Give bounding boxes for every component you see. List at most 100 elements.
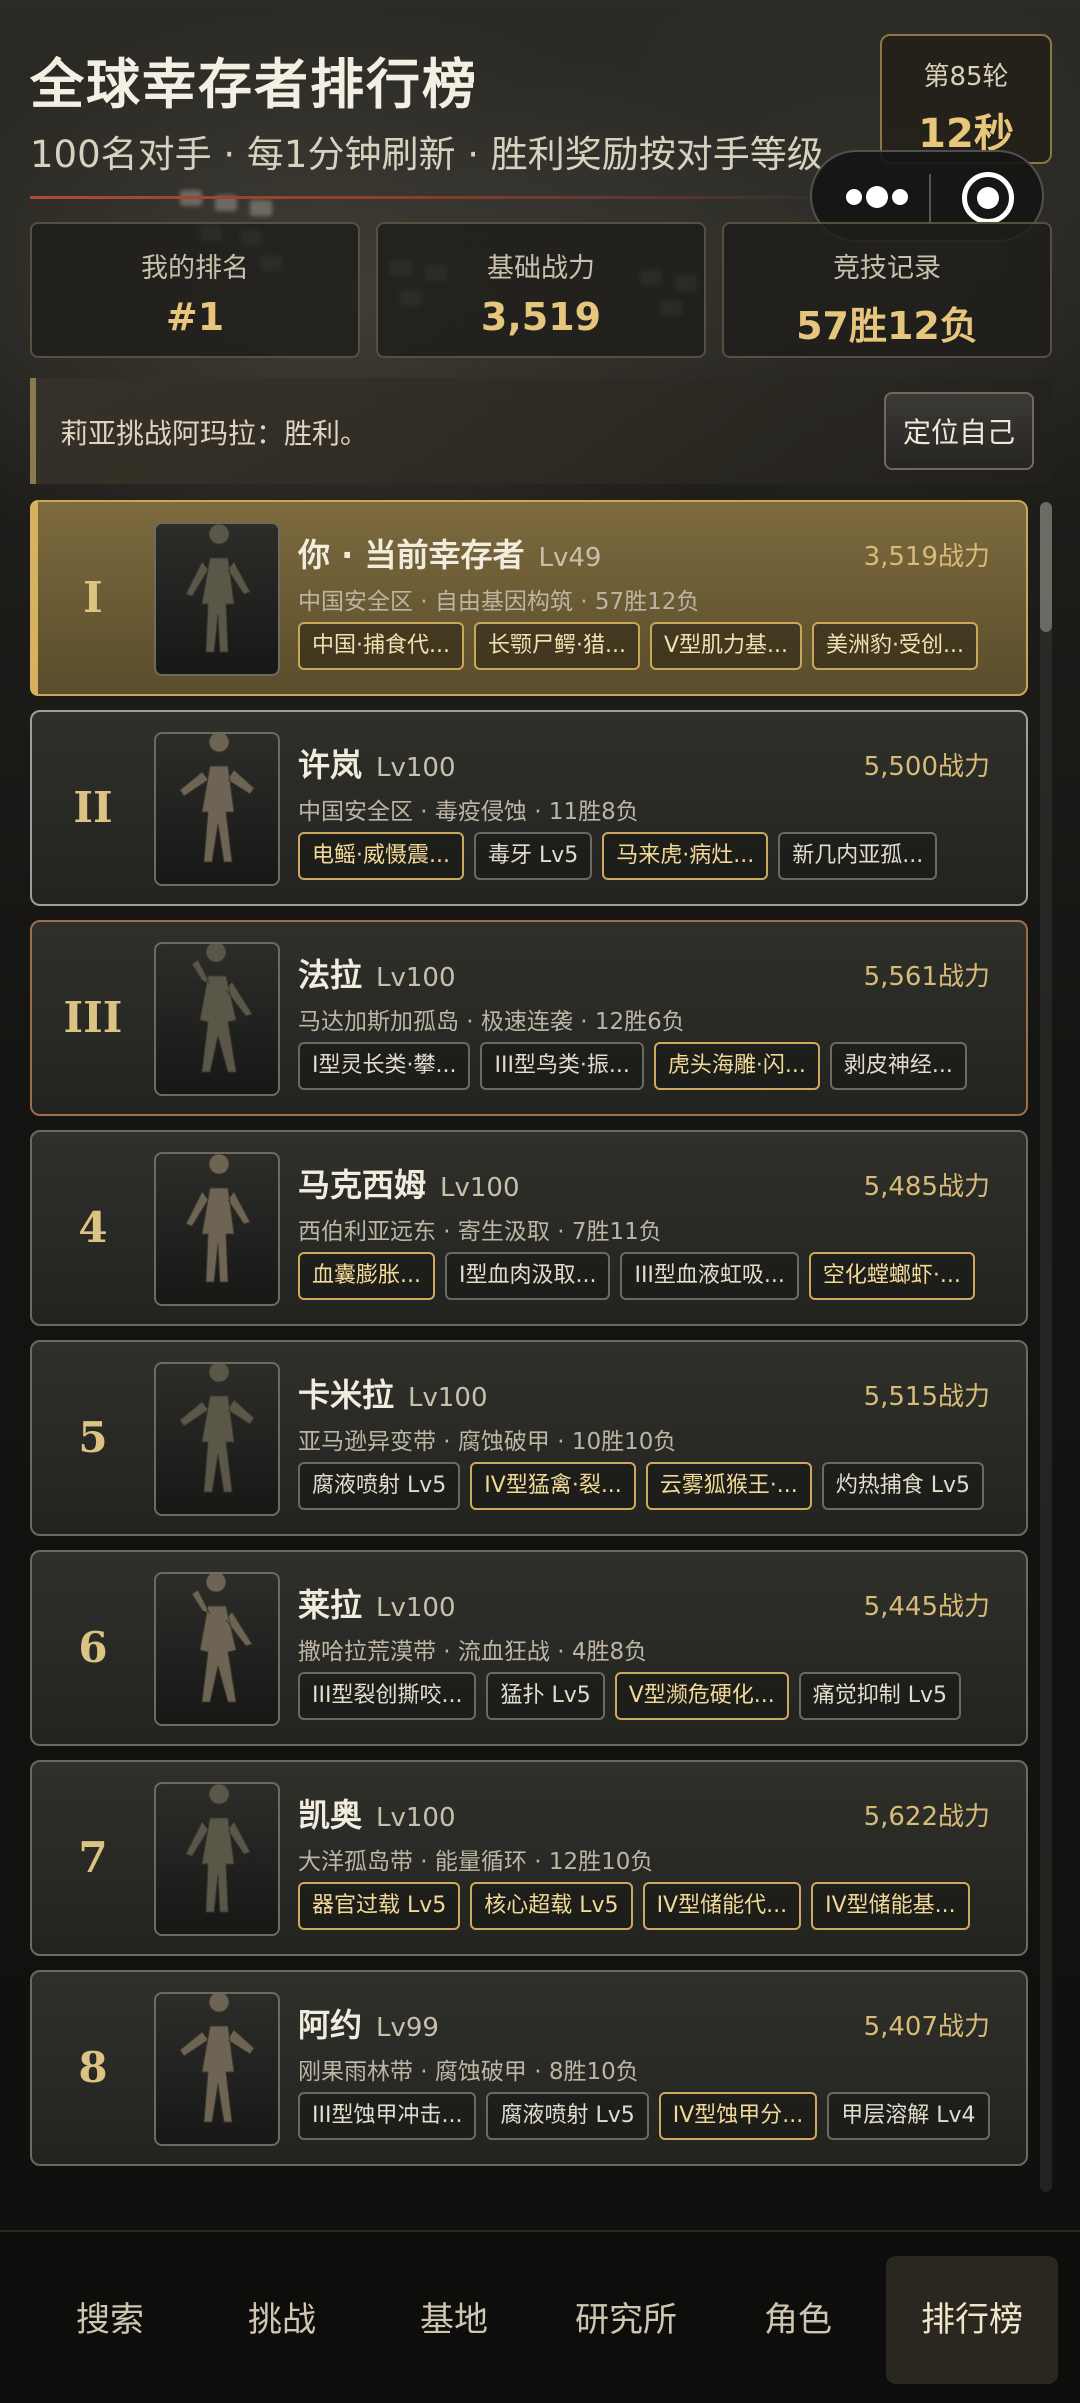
leaderboard-row[interactable]: 5 卡米拉 Lv100 5,515战力 亚马逊异变带 · 腐蚀破甲 · 10胜10负 腐液… <box>30 1340 1028 1536</box>
nav-tab[interactable]: 搜索 <box>24 2256 196 2384</box>
leaderboard-row[interactable]: 6 莱拉 Lv100 5,445战力 撒哈拉荒漠带 · 流血狂战 · 4胜8负 III型裂… <box>30 1550 1028 1746</box>
nav-tab[interactable]: 挑战 <box>196 2256 368 2384</box>
survivor-portrait[interactable] <box>154 1362 280 1516</box>
gene-tag[interactable]: 中国·捕食代... <box>298 622 464 670</box>
survivor-name: 法拉 Lv100 <box>298 950 456 996</box>
survivor-portrait[interactable] <box>154 942 280 1096</box>
survivor-portrait[interactable] <box>154 1782 280 1936</box>
leaderboard-row[interactable]: 8 阿约 Lv99 5,407战力 刚果雨林带 · 腐蚀破甲 · 8胜10负 III型蚀甲… <box>30 1970 1028 2166</box>
survivor-portrait[interactable] <box>154 1572 280 1726</box>
survivor-meta: 刚果雨林带 · 腐蚀破甲 · 8胜10负 <box>298 2059 639 2085</box>
gene-tag[interactable]: 痛觉抑制 Lv5 <box>798 1672 962 1720</box>
scrollbar[interactable] <box>1040 502 1052 2192</box>
survivor-name-text: 凯奥 <box>298 1796 363 1834</box>
gene-tag[interactable]: 剥皮神经... <box>829 1042 967 1090</box>
leaderboard-row[interactable]: II 许岚 Lv100 5,500战力 中国安全区 · 毒疫侵蚀 · 11胜8负 电鳐·威… <box>30 710 1028 906</box>
round-timer: 第85轮 12秒 <box>880 34 1052 164</box>
leaderboard-row[interactable]: 7 凯奥 Lv100 5,622战力 大洋孤岛带 · 能量循环 · 12胜10负 器官过载… <box>30 1760 1028 1956</box>
nav-tab[interactable]: 基地 <box>368 2256 540 2384</box>
gene-tag[interactable]: 空化螳螂虾·... <box>808 1252 975 1300</box>
combat-power: 5,500战力 <box>863 752 990 782</box>
scrollbar-thumb[interactable] <box>1040 502 1052 632</box>
capsule-divider <box>929 174 931 222</box>
survivor-portrait[interactable] <box>154 1992 280 2146</box>
gene-tag[interactable]: III型裂创撕咬... <box>298 1672 477 1720</box>
survivor-figure-icon <box>185 524 251 653</box>
survivor-figure-icon <box>179 1364 255 1493</box>
gene-tag[interactable]: 长颚尸鳄·猎... <box>473 622 640 670</box>
survivor-level: Lv100 <box>376 1803 456 1833</box>
survivor-figure-icon <box>191 1574 253 1703</box>
survivor-figure-icon <box>191 944 253 1073</box>
leaderboard-row[interactable]: III 法拉 Lv100 5,561战力 马达加斯加孤岛 · 极速连袭 · 12胜6负 I… <box>30 920 1028 1116</box>
gene-tag[interactable]: III型鸟类·振... <box>480 1042 644 1090</box>
gene-tag[interactable]: V型濒危硬化... <box>614 1672 789 1720</box>
survivor-figure-icon <box>185 1154 251 1283</box>
gene-tag[interactable]: I型灵长类·攀... <box>298 1042 471 1090</box>
stat-base-power: 基础战力 3,519 <box>376 222 706 358</box>
survivor-level: Lv100 <box>376 1593 456 1623</box>
locate-self-button[interactable]: 定位自己 <box>884 392 1034 470</box>
survivor-name-text: 法拉 <box>298 956 363 994</box>
gene-tag[interactable]: 美洲豹·受创... <box>812 622 978 670</box>
gene-tag[interactable]: I型血肉汲取... <box>444 1252 611 1300</box>
survivor-name-text: 马克西姆 <box>298 1166 427 1204</box>
gene-tag[interactable]: 马来虎·病灶... <box>602 832 769 880</box>
gene-tag[interactable]: V型肌力基... <box>649 622 802 670</box>
survivor-meta: 中国安全区 · 自由基因构筑 · 57胜12负 <box>298 589 700 615</box>
bottom-navigation: 搜索 挑战 基地 研究所 角色 排行榜 <box>0 2230 1080 2403</box>
gene-tag[interactable]: 云雾狐猴王·... <box>645 1462 812 1510</box>
rank-number: 8 <box>78 2043 108 2092</box>
nav-tab[interactable]: 研究所 <box>540 2256 712 2384</box>
leaderboard-row[interactable]: I 你 · 当前幸存者 Lv49 3,519战力 中国安全区 · 自由基因构筑 · 57… <box>30 500 1028 696</box>
gene-tag[interactable]: IV型储能代... <box>642 1882 802 1930</box>
survivor-meta: 大洋孤岛带 · 能量循环 · 12胜10负 <box>298 1849 654 1875</box>
combat-power: 3,519战力 <box>863 542 990 572</box>
gene-tag[interactable]: IV型蚀甲分... <box>658 2092 818 2140</box>
survivor-figure-icon <box>179 734 255 863</box>
survivor-name: 许岚 Lv100 <box>298 740 456 786</box>
gene-tag[interactable]: 灼热捕食 Lv5 <box>821 1462 985 1510</box>
gene-tags: III型裂创撕咬... 猛扑 Lv5 V型濒危硬化... 痛觉抑制 Lv5 <box>298 1672 962 1720</box>
leaderboard-row[interactable]: 4 马克西姆 Lv100 5,485战力 西伯利亚远东 · 寄生汲取 · 7胜11负 血囊… <box>30 1130 1028 1326</box>
gene-tag[interactable]: 甲层溶解 Lv4 <box>827 2092 990 2140</box>
stat-value: #1 <box>165 295 225 339</box>
survivor-name: 马克西姆 Lv100 <box>298 1160 520 1206</box>
survivor-portrait[interactable] <box>154 1152 280 1306</box>
gene-tag[interactable]: 猛扑 Lv5 <box>486 1672 605 1720</box>
nav-tab[interactable]: 角色 <box>712 2256 884 2384</box>
gene-tags: 器官过载 Lv5 核心超载 Lv5 IV型储能代... IV型储能基... <box>298 1882 970 1930</box>
leaderboard-list[interactable]: I 你 · 当前幸存者 Lv49 3,519战力 中国安全区 · 自由基因构筑 · 57… <box>30 500 1028 2178</box>
nav-tab[interactable]: 排行榜 <box>886 2256 1058 2384</box>
gene-tag[interactable]: 腐液喷射 Lv5 <box>486 2092 649 2140</box>
gene-tag[interactable]: III型蚀甲冲击... <box>298 2092 477 2140</box>
rank-number: 5 <box>78 1413 108 1462</box>
gene-tag[interactable]: IV型猛禽·裂... <box>470 1462 636 1510</box>
survivor-portrait[interactable] <box>154 732 280 886</box>
gene-tag[interactable]: 血囊膨胀... <box>298 1252 435 1300</box>
survivor-name: 莱拉 Lv100 <box>298 1580 456 1626</box>
rank-number: II <box>73 783 113 832</box>
gene-tag[interactable]: IV型储能基... <box>811 1882 970 1930</box>
gene-tags: 中国·捕食代... 长颚尸鳄·猎... V型肌力基... 美洲豹·受创... <box>298 622 978 670</box>
page-title: 全球幸存者排行榜 <box>30 53 478 116</box>
survivor-level: Lv49 <box>538 543 602 573</box>
gene-tag[interactable]: 虎头海雕·闪... <box>653 1042 820 1090</box>
gene-tag[interactable]: 核心超载 Lv5 <box>470 1882 633 1930</box>
rank-number: 6 <box>78 1623 108 1672</box>
stat-label: 我的排名 <box>141 253 249 284</box>
rank-number: I <box>83 573 103 622</box>
stat-my-rank: 我的排名 #1 <box>30 222 360 358</box>
notice-text: 莉亚挑战阿玛拉：胜利。 <box>60 417 369 450</box>
gene-tag[interactable]: 器官过载 Lv5 <box>298 1882 461 1930</box>
combat-power: 5,485战力 <box>863 1172 990 1202</box>
gene-tag[interactable]: 腐液喷射 Lv5 <box>298 1462 461 1510</box>
more-options-icon[interactable] <box>842 180 914 216</box>
gene-tag[interactable]: 毒牙 Lv5 <box>473 832 593 880</box>
gene-tag[interactable]: III型血液虹吸... <box>620 1252 799 1300</box>
survivor-portrait[interactable] <box>154 522 280 676</box>
close-miniprogram-icon[interactable] <box>962 172 1014 224</box>
gene-tag[interactable]: 新几内亚孤... <box>778 832 938 880</box>
survivor-name: 阿约 Lv99 <box>298 2000 439 2046</box>
gene-tag[interactable]: 电鳐·威慑震... <box>298 832 464 880</box>
